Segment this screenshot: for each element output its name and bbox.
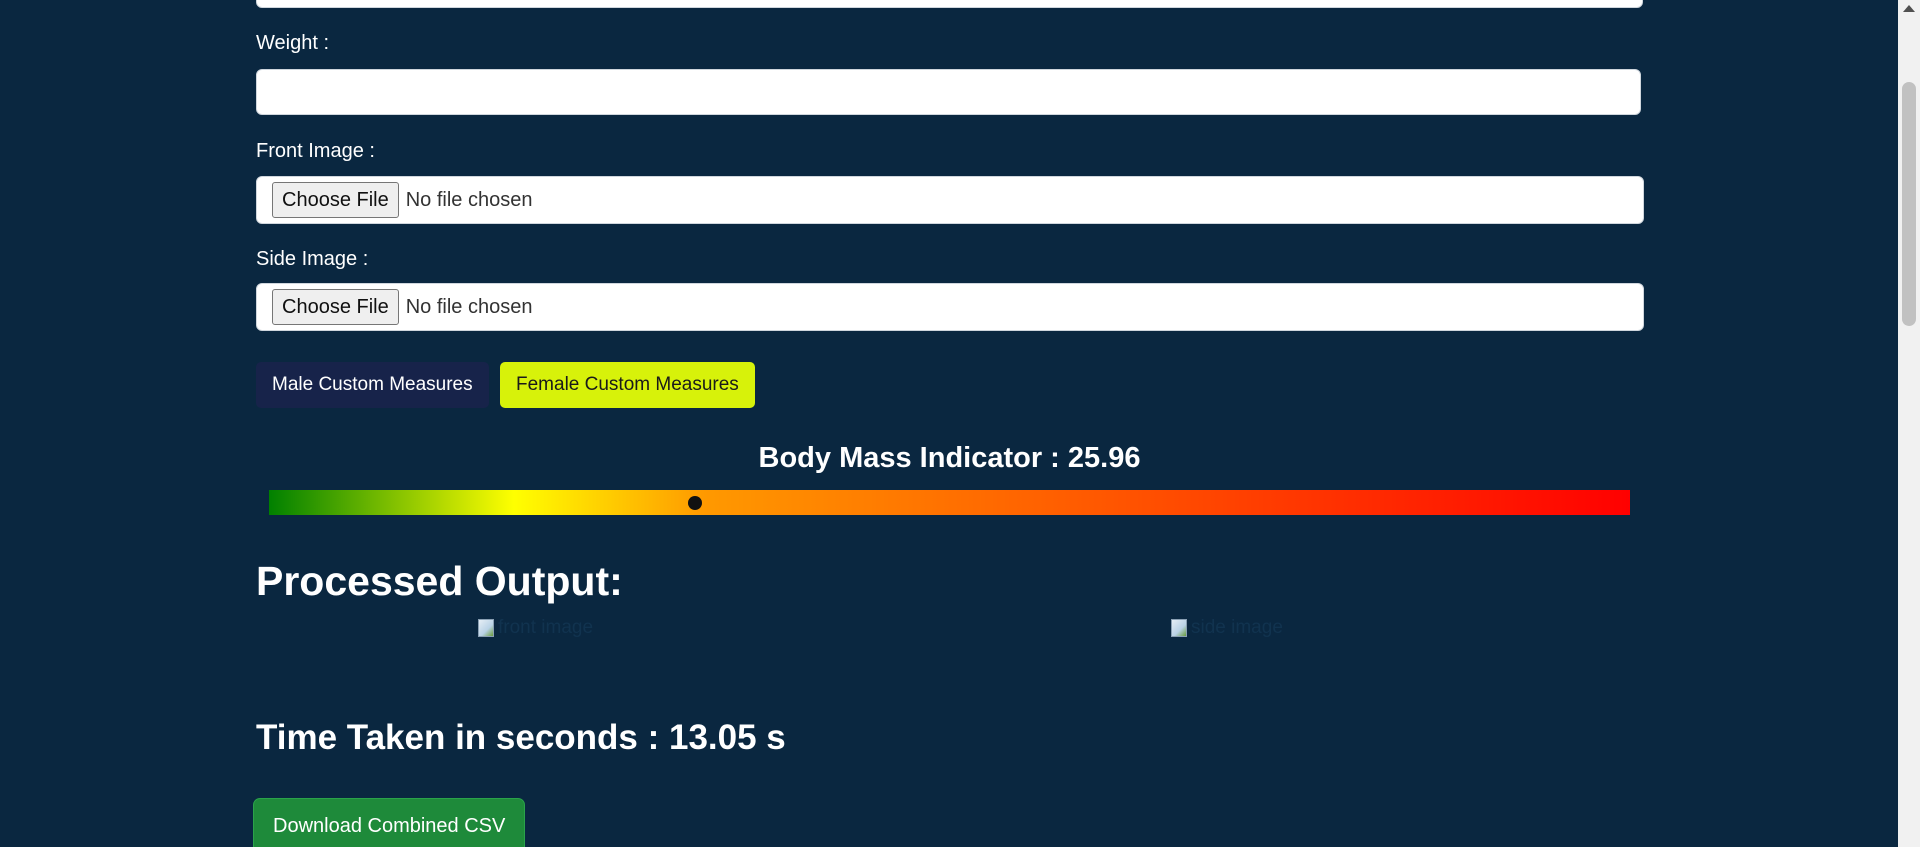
processed-output-heading: Processed Output: <box>256 558 623 604</box>
scrollbar-thumb[interactable] <box>1902 82 1916 326</box>
weight-label: Weight : <box>256 32 329 54</box>
bmi-gradient-bar <box>269 490 1630 515</box>
male-custom-measures-button[interactable]: Male Custom Measures <box>256 362 489 408</box>
time-taken-heading: Time Taken in seconds : 13.05 s <box>256 718 786 757</box>
front-image-output: front image <box>478 617 593 639</box>
broken-image-icon <box>478 619 494 637</box>
side-image-file-status: No file chosen <box>405 295 533 318</box>
front-image-choose-file-button[interactable]: Choose File <box>272 182 399 218</box>
page: Weight : Front Image : Choose File No fi… <box>0 0 1920 847</box>
front-image-file-status: No file chosen <box>405 188 533 211</box>
front-image-alt-text: front image <box>498 617 594 638</box>
front-image-label: Front Image : <box>256 140 375 162</box>
scroll-up-arrow-icon[interactable] <box>1903 5 1915 12</box>
download-combined-csv-button[interactable]: Download Combined CSV <box>253 798 526 847</box>
side-image-choose-file-button[interactable]: Choose File <box>272 289 399 325</box>
side-image-label: Side Image : <box>256 248 369 270</box>
weight-input[interactable] <box>256 69 1641 115</box>
front-image-file-input[interactable]: Choose File No file chosen <box>256 176 1644 224</box>
previous-input-field[interactable] <box>256 0 1643 8</box>
bmi-title: Body Mass Indicator : 25.96 <box>758 442 1141 474</box>
broken-image-icon <box>1171 619 1187 637</box>
side-image-file-input[interactable]: Choose File No file chosen <box>256 283 1644 331</box>
side-image-output: side image <box>1171 617 1283 639</box>
female-custom-measures-button[interactable]: Female Custom Measures <box>500 362 755 408</box>
side-image-alt-text: side image <box>1191 617 1283 638</box>
